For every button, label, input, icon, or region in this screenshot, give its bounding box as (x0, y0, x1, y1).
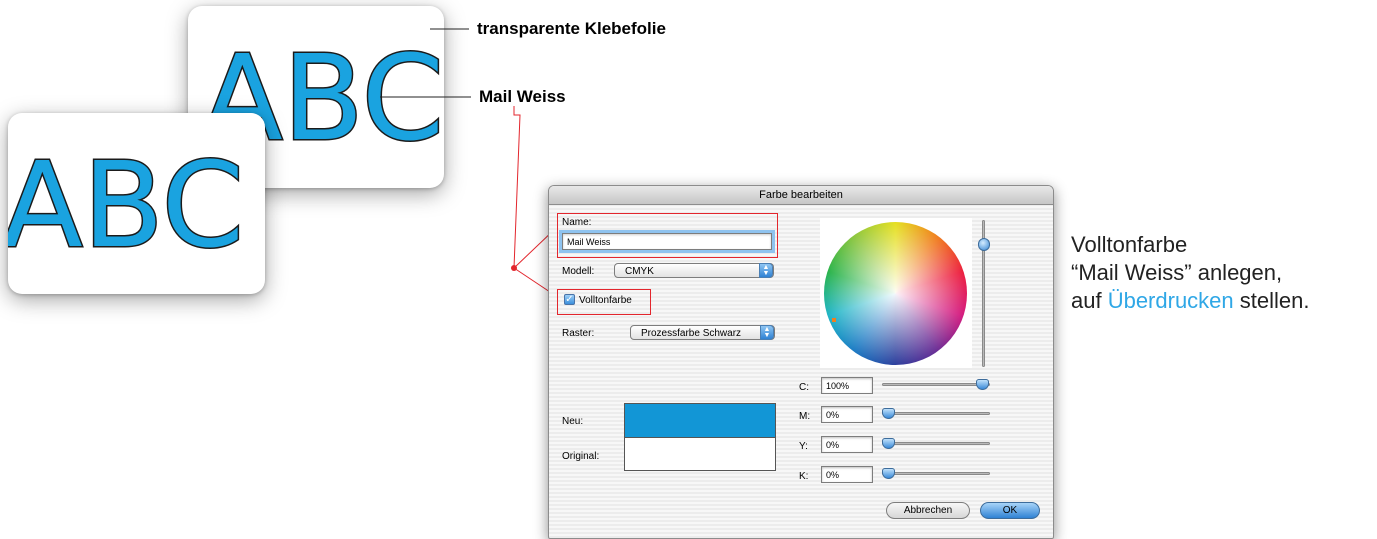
spot-color-checkbox[interactable]: ✓ (564, 294, 575, 305)
name-label: Name: (562, 217, 592, 228)
model-select[interactable]: CMYK ▲ ▼ (614, 263, 774, 278)
channel-k-slider-track[interactable] (882, 472, 990, 475)
original-color-swatch (624, 437, 776, 471)
cancel-button[interactable]: Abbrechen (886, 502, 970, 519)
color-wheel-marker[interactable] (832, 318, 836, 322)
spot-color-label: Volltonfarbe (579, 295, 632, 306)
new-color-swatch (624, 403, 776, 438)
screen-select[interactable]: Prozessfarbe Schwarz ▲ ▼ (630, 325, 775, 340)
callout-transparent-foil: transparente Klebefolie (477, 19, 666, 38)
model-select-value: CMYK (625, 266, 654, 277)
channel-m-slider-track[interactable] (882, 412, 990, 415)
new-color-label: Neu: (562, 416, 584, 427)
channel-c-slider-thumb[interactable] (976, 379, 989, 390)
model-label: Modell: (562, 266, 595, 277)
callout-mail-weiss: Mail Weiss (479, 87, 566, 106)
instruction-note: Volltonfarbe “Mail Weiss” anlegen, auf Ü… (1071, 231, 1309, 315)
channel-y-input[interactable]: 0% (821, 436, 873, 453)
popup-arrows-icon: ▲ ▼ (760, 325, 774, 340)
note-overprint-highlight: Überdrucken (1107, 288, 1234, 313)
channel-k-input[interactable]: 0% (821, 466, 873, 483)
callout-dot (511, 265, 517, 271)
channel-k-slider-thumb[interactable] (882, 468, 895, 479)
popup-arrows-icon: ▲ ▼ (759, 263, 773, 278)
channel-m-slider-thumb[interactable] (882, 408, 895, 419)
channel-c-label: C: (799, 382, 809, 393)
dialog-titlebar: Farbe bearbeiten (549, 186, 1053, 205)
note-line-3-suffix: stellen. (1233, 288, 1310, 313)
note-line-1: Volltonfarbe (1071, 232, 1188, 257)
note-line-2: “Mail Weiss” anlegen, (1071, 260, 1283, 285)
original-color-label: Original: (562, 451, 600, 462)
note-line-3-prefix: auf (1071, 288, 1108, 313)
channel-y-slider-thumb[interactable] (882, 438, 895, 449)
channel-k-label: K: (799, 471, 809, 482)
channel-c-input[interactable]: 100% (821, 377, 873, 394)
name-input[interactable]: Mail Weiss (562, 233, 772, 250)
note-line-3: auf Überdrucken stellen. (1071, 287, 1309, 315)
channel-c-slider-track[interactable] (882, 383, 990, 386)
ok-button[interactable]: OK (980, 502, 1040, 519)
screen-select-value: Prozessfarbe Schwarz (641, 328, 742, 339)
channel-m-input[interactable]: 0% (821, 406, 873, 423)
color-wheel-panel[interactable] (820, 218, 972, 368)
brightness-thumb[interactable] (978, 238, 990, 251)
color-wheel[interactable] (824, 222, 967, 365)
edit-color-dialog: Farbe bearbeiten Name: Mail Weiss Modell… (548, 185, 1054, 539)
channel-m-label: M: (799, 411, 811, 422)
channel-y-label: Y: (799, 441, 808, 452)
screen-label: Raster: (562, 328, 595, 339)
channel-y-slider-track[interactable] (882, 442, 990, 445)
